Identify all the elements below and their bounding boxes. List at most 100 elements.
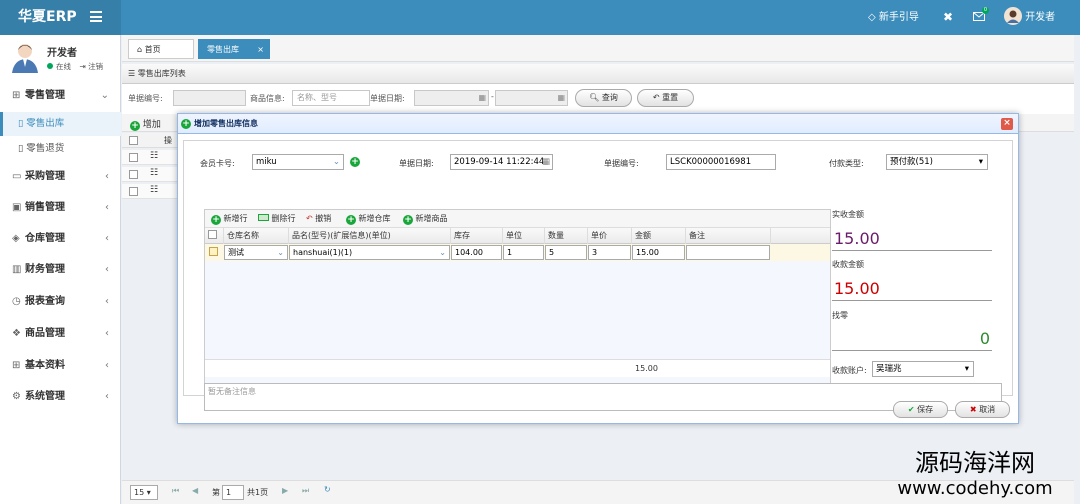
unit-field[interactable]: 1 bbox=[503, 245, 544, 260]
tab-retail-out[interactable]: 零售出库 × bbox=[198, 39, 270, 59]
price-field[interactable]: 3 bbox=[588, 245, 631, 260]
row-checkbox[interactable] bbox=[209, 247, 218, 256]
close-icon[interactable]: × bbox=[1001, 118, 1013, 130]
user-menu[interactable]: 开发者 bbox=[1004, 0, 1055, 35]
goods-select[interactable]: hanshuai(1)(1) ⌄ bbox=[289, 245, 450, 260]
collect-amount[interactable]: 15.00 bbox=[832, 278, 992, 301]
save-button[interactable]: ✔ 保存 bbox=[893, 401, 948, 418]
refresh-icon[interactable]: ↻ bbox=[324, 485, 331, 494]
clock-icon: ◷ bbox=[12, 296, 21, 307]
paytype-select[interactable]: 预付款(51) ▾ bbox=[886, 154, 988, 170]
plus-icon: + bbox=[403, 215, 413, 225]
member-select[interactable]: miku ⌄ bbox=[252, 154, 344, 170]
sidebar-item-retail-return[interactable]: ▯ 零售退货 bbox=[0, 137, 121, 161]
add-row-button[interactable]: + 新增行 bbox=[211, 213, 248, 225]
page-prefix: 第 bbox=[212, 488, 220, 497]
list-panel-title: ☰ 零售出库列表 bbox=[122, 64, 1074, 84]
page-size-select[interactable]: 15 ▾ bbox=[130, 485, 158, 500]
bill-no-input[interactable] bbox=[173, 90, 246, 106]
row-checkbox[interactable] bbox=[129, 170, 138, 179]
sidebar-item-retail[interactable]: ⊞ 零售管理 ⌄ bbox=[0, 81, 121, 111]
query-button[interactable]: 🔍︎ 查询 bbox=[575, 89, 632, 107]
qty-field[interactable]: 5 bbox=[545, 245, 587, 260]
cubes-icon: ❖ bbox=[12, 328, 21, 339]
account-label: 收款账户: bbox=[832, 366, 867, 375]
add-depot-button[interactable]: + 新增仓库 bbox=[346, 213, 391, 225]
logout-link[interactable]: ⇥ 注销 bbox=[79, 62, 103, 71]
reset-button[interactable]: ↶ 重置 bbox=[637, 89, 694, 107]
sidebar-item-basic[interactable]: ⊞ 基本资料 ‹ bbox=[0, 351, 121, 381]
sidebar-item-warehouse[interactable]: ◈ 仓库管理 ‹ bbox=[0, 224, 121, 254]
goods-input[interactable]: 名称、型号 bbox=[292, 90, 370, 106]
row-checkbox[interactable] bbox=[129, 187, 138, 196]
cancel-button[interactable]: ✖ 取消 bbox=[955, 401, 1010, 418]
sidebar-item-system[interactable]: ⚙ 系统管理 ‹ bbox=[0, 382, 121, 412]
table-row[interactable]: ☷ bbox=[122, 167, 182, 182]
close-tab-icon[interactable]: × bbox=[257, 40, 264, 60]
bill-date-input[interactable]: 2019-09-14 11:22:44 ▦ bbox=[450, 154, 553, 170]
delete-row-button[interactable]: 删除行 bbox=[258, 213, 296, 224]
top-navbar: 华夏ERP ◇ 新手引导 ✖ 0 开发者 bbox=[0, 0, 1080, 35]
grid-icon: ⊞ bbox=[12, 360, 21, 371]
actual-label: 实收金额 bbox=[832, 210, 864, 219]
stock-field[interactable]: 104.00 bbox=[451, 245, 502, 260]
user-status: 在线 ⇥ 注销 bbox=[47, 61, 103, 72]
sidebar-item-purchase[interactable]: ▭ 采购管理 ‹ bbox=[0, 162, 121, 192]
mail-icon[interactable]: 0 bbox=[973, 0, 989, 35]
next-page-icon[interactable]: ▶ bbox=[282, 486, 288, 495]
cancel-icon: ✖ bbox=[969, 405, 980, 414]
user-panel: 开发者 在线 ⇥ 注销 bbox=[0, 35, 121, 81]
last-page-icon[interactable]: ⏭ bbox=[302, 486, 309, 496]
remark-textarea[interactable]: 暂无备注信息 bbox=[204, 383, 1002, 411]
app-logo[interactable]: 华夏ERP bbox=[0, 0, 121, 35]
add-button[interactable]: + 增加 bbox=[130, 117, 161, 131]
add-goods-button[interactable]: + 新增商品 bbox=[403, 213, 448, 225]
chevron-left-icon: ‹ bbox=[105, 233, 109, 244]
account-select[interactable]: 吴瑞兆 ▾ bbox=[872, 361, 974, 377]
page-number-input[interactable]: 1 bbox=[222, 485, 244, 500]
table-row[interactable]: ☷ bbox=[122, 184, 182, 199]
depot-select[interactable]: 测试 ⌄ bbox=[224, 245, 288, 260]
add-member-icon[interactable]: + bbox=[350, 157, 360, 167]
avatar bbox=[12, 44, 38, 73]
online-dot-icon bbox=[47, 63, 53, 69]
dialog-body: 会员卡号: miku ⌄ + 单据日期: 2019-09-14 11:22:44 ▦… bbox=[183, 140, 1013, 411]
remark-field[interactable] bbox=[686, 245, 770, 260]
tab-home[interactable]: ⌂ 首页 bbox=[128, 39, 194, 59]
grid-row[interactable]: 测试 ⌄ hanshuai(1)(1) ⌄ 104.00 1 5 3 15.00 bbox=[205, 244, 830, 261]
sidebar-item-finance[interactable]: ▥ 财务管理 ‹ bbox=[0, 255, 121, 285]
date-end-input[interactable]: ▦ bbox=[495, 90, 568, 106]
sidebar-item-goods[interactable]: ❖ 商品管理 ‹ bbox=[0, 319, 121, 349]
chevron-left-icon: ‹ bbox=[105, 202, 109, 213]
menu-toggle-icon[interactable] bbox=[90, 11, 102, 22]
actual-amount[interactable]: 15.00 bbox=[832, 228, 992, 251]
col-remark: 备注 bbox=[686, 228, 771, 244]
guide-link[interactable]: ◇ 新手引导 bbox=[868, 0, 919, 35]
dialog-title-bar: + 增加零售出库信息 × bbox=[178, 114, 1018, 134]
undo-button[interactable]: ↶ 撤销 bbox=[306, 213, 331, 224]
add-retail-dialog: + 增加零售出库信息 × 会员卡号: miku ⌄ + 单据日期: 2019-09… bbox=[177, 113, 1019, 424]
change-label: 找零 bbox=[832, 311, 848, 320]
first-page-icon[interactable]: ⏮ bbox=[172, 486, 179, 496]
page-total: 共1页 bbox=[247, 488, 269, 497]
date-start-input[interactable]: ▦ bbox=[414, 90, 489, 106]
bill-no-field[interactable]: LSCK00000016981 bbox=[666, 154, 776, 170]
fullscreen-icon[interactable]: ✖ bbox=[943, 0, 953, 35]
grid-select-all[interactable] bbox=[205, 228, 224, 244]
date-label: 单据日期: bbox=[399, 159, 434, 168]
col-stock: 库存 bbox=[451, 228, 503, 244]
sidebar-item-sales[interactable]: ▣ 销售管理 ‹ bbox=[0, 193, 121, 223]
select-all-checkbox[interactable] bbox=[129, 136, 138, 145]
prev-page-icon[interactable]: ◀ bbox=[192, 486, 198, 495]
bill-no-label: 单据编号: bbox=[604, 159, 639, 168]
list-icon: ☷ bbox=[150, 168, 159, 178]
bill-no-label: 单据编号: bbox=[128, 94, 163, 103]
amount-field[interactable]: 15.00 bbox=[632, 245, 685, 260]
row-checkbox[interactable] bbox=[129, 153, 138, 162]
plus-icon: + bbox=[346, 215, 356, 225]
table-row[interactable]: ☷ bbox=[122, 150, 182, 165]
sidebar-item-retail-out[interactable]: ▯ 零售出库 bbox=[0, 112, 121, 136]
sidebar-item-report[interactable]: ◷ 报表查询 ‹ bbox=[0, 287, 121, 317]
paytype-label: 付款类型: bbox=[829, 159, 864, 168]
chevron-down-icon: ⌄ bbox=[100, 90, 109, 101]
